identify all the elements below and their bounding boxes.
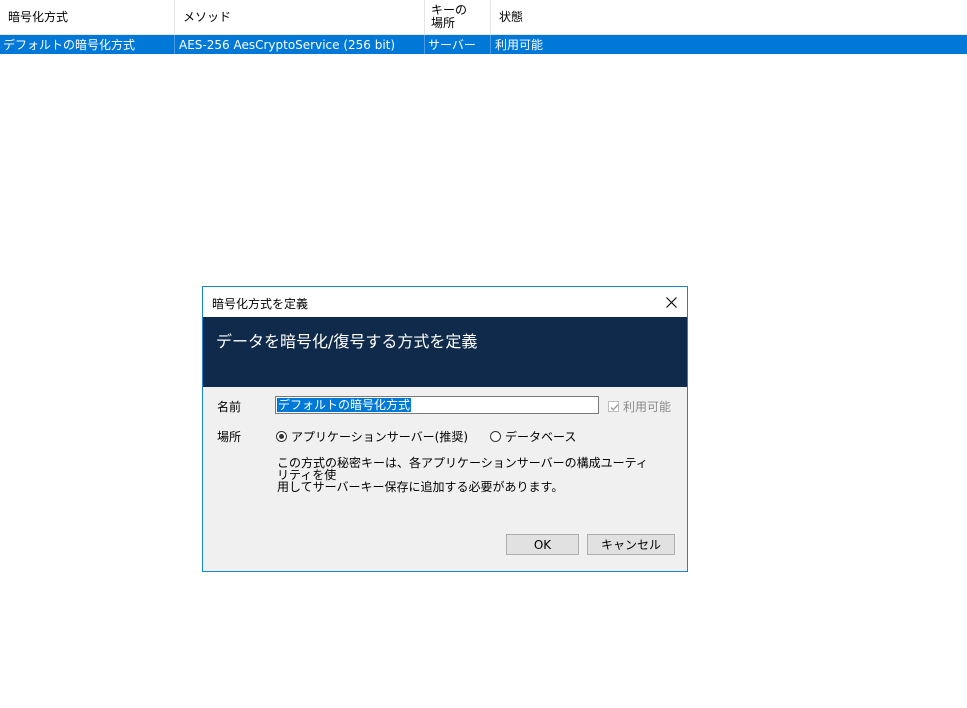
dialog-title: 暗号化方式を定義 xyxy=(212,297,309,311)
radio-dot-selected xyxy=(276,431,287,442)
dialog-titlebar[interactable]: 暗号化方式を定義 xyxy=(203,287,687,317)
name-input[interactable]: デフォルトの暗号化方式 xyxy=(275,396,599,414)
note-line-1: この方式の秘密キーは、各アプリケーションサーバーの構成ユーティリティを使 xyxy=(277,456,648,482)
radio-dot xyxy=(490,431,501,442)
enabled-label: 利用可能 xyxy=(623,400,672,414)
column-header-method-name[interactable]: 暗号化方式 xyxy=(0,0,175,34)
table-row[interactable]: デフォルトの暗号化方式 AES-256 AesCryptoService (25… xyxy=(0,35,967,54)
radio-app-server-label: アプリケーションサーバー(推奨) xyxy=(291,430,469,444)
checkbox-box xyxy=(608,401,619,412)
location-label: 場所 xyxy=(217,430,242,444)
close-button[interactable] xyxy=(655,287,687,317)
ok-button[interactable]: OK xyxy=(506,534,579,555)
dialog-banner: データを暗号化/復号する方式を定義 xyxy=(203,317,687,387)
banner-heading: データを暗号化/復号する方式を定義 xyxy=(216,332,478,351)
radio-database-label: データベース xyxy=(505,430,577,444)
key-storage-note: この方式の秘密キーは、各アプリケーションサーバーの構成ユーティリティを使 用して… xyxy=(277,457,657,493)
column-header-status[interactable]: 状態 xyxy=(491,0,967,34)
name-label: 名前 xyxy=(217,400,242,414)
column-header-method[interactable]: メソッド xyxy=(175,0,425,34)
cell-status: 利用可能 xyxy=(495,38,544,52)
define-encryption-dialog: 暗号化方式を定義 データを暗号化/復号する方式を定義 名前 デフォルトの暗号化方… xyxy=(202,286,688,572)
radio-database[interactable]: データベース xyxy=(490,428,576,445)
cell-location: サーバー xyxy=(425,35,491,54)
column-header-key-location[interactable]: キーの 場所 xyxy=(425,0,491,34)
check-icon xyxy=(610,404,619,411)
enabled-checkbox[interactable]: 利用可能 xyxy=(608,398,671,415)
cell-method: AES-256 AesCryptoService (256 bit) xyxy=(175,35,425,54)
cancel-button[interactable]: キャンセル xyxy=(587,534,675,555)
cell-name: デフォルトの暗号化方式 xyxy=(0,35,175,54)
encryption-methods-table: 暗号化方式 メソッド キーの 場所 状態 デフォルトの暗号化方式 AES-256… xyxy=(0,0,967,54)
close-icon xyxy=(665,296,677,308)
table-header: 暗号化方式 メソッド キーの 場所 状態 xyxy=(0,0,967,35)
note-line-2: 用してサーバーキー保存に追加する必要があります。 xyxy=(277,480,564,494)
radio-app-server[interactable]: アプリケーションサーバー(推奨) xyxy=(276,428,468,445)
name-input-value: デフォルトの暗号化方式 xyxy=(277,398,412,412)
